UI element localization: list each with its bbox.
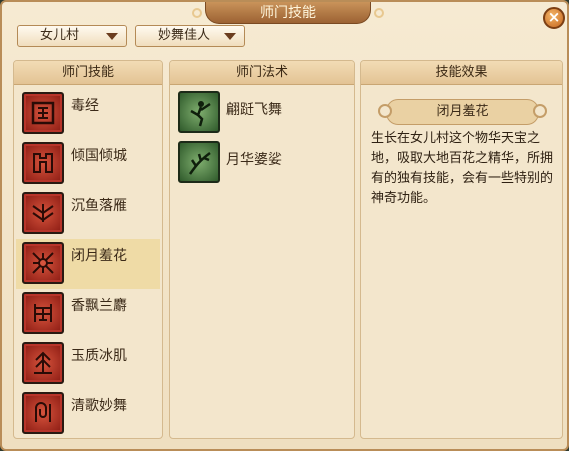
skill-item-allure[interactable]: 倾国倾城	[16, 139, 160, 189]
skill-label: 玉质冰肌	[71, 348, 127, 364]
chevron-down-icon	[106, 33, 118, 40]
branch-icon	[178, 141, 220, 183]
sect-dropdown-value: 女儿村	[40, 28, 80, 43]
spell-label: 翩跹飞舞	[226, 102, 282, 118]
role-dropdown-value: 妙舞佳人	[158, 28, 211, 43]
spells-panel-header: 师门法术	[170, 61, 354, 85]
spell-item-dancer[interactable]: 翩跹飞舞	[174, 89, 352, 137]
close-button[interactable]: ×	[543, 7, 565, 29]
sect-dropdown[interactable]: 女儿村	[17, 25, 127, 47]
window-title: 师门技能	[192, 2, 384, 24]
skill-item-moon-flower[interactable]: 闭月羞花	[16, 239, 160, 289]
skill-item-jade-skin[interactable]: 玉质冰肌	[16, 339, 160, 389]
spell-label: 月华婆娑	[226, 152, 282, 168]
skill-label: 倾国倾城	[71, 148, 127, 164]
song-dance-icon	[22, 392, 64, 434]
close-icon: ×	[547, 8, 561, 26]
skill-label: 清歌妙舞	[71, 398, 127, 414]
effect-description: 生长在女儿村这个物华天宝之地，吸取大地百花之精华，所拥有的独有技能，会有一些特别…	[371, 131, 554, 206]
role-dropdown[interactable]: 妙舞佳人	[135, 25, 245, 47]
effect-panel-header: 技能效果	[361, 61, 562, 85]
allure-icon	[22, 142, 64, 184]
skill-label: 闭月羞花	[71, 248, 127, 264]
chevron-down-icon	[224, 33, 236, 40]
jade-skin-icon	[22, 342, 64, 384]
spells-panel: 师门法术 翩跹飞舞 月华婆娑	[169, 60, 355, 439]
effect-panel: 技能效果 闭月羞花 生长在女儿村这个物华天宝之地，吸取大地百花之精华，所拥有的独…	[360, 60, 563, 439]
effect-skill-title: 闭月羞花	[378, 99, 547, 125]
moon-flower-icon	[22, 242, 64, 284]
skill-item-song-dance[interactable]: 清歌妙舞	[16, 389, 160, 439]
spell-item-branch[interactable]: 月华婆娑	[174, 139, 352, 187]
skill-item-orchid-scent[interactable]: 香飘兰麝	[16, 289, 160, 339]
dancer-icon	[178, 91, 220, 133]
fish-goose-icon	[22, 192, 64, 234]
skills-panel-header: 师门技能	[14, 61, 162, 85]
skill-label: 毒经	[71, 98, 99, 114]
skill-item-fish-goose[interactable]: 沉鱼落雁	[16, 189, 160, 239]
skills-panel: 师门技能 毒经 倾国倾城 沉鱼落雁 闭月羞花 香飘兰麝 玉质冰肌 清歌妙舞	[13, 60, 163, 439]
skill-item-poison-scripture[interactable]: 毒经	[16, 89, 160, 139]
skill-label: 香飘兰麝	[71, 298, 127, 314]
orchid-scent-icon	[22, 292, 64, 334]
skills-window: 师门技能 × 女儿村 妙舞佳人 师门技能 毒经 倾国倾城 沉鱼落雁 闭月羞花 香…	[0, 0, 569, 451]
poison-scripture-icon	[22, 92, 64, 134]
skill-label: 沉鱼落雁	[71, 198, 127, 214]
